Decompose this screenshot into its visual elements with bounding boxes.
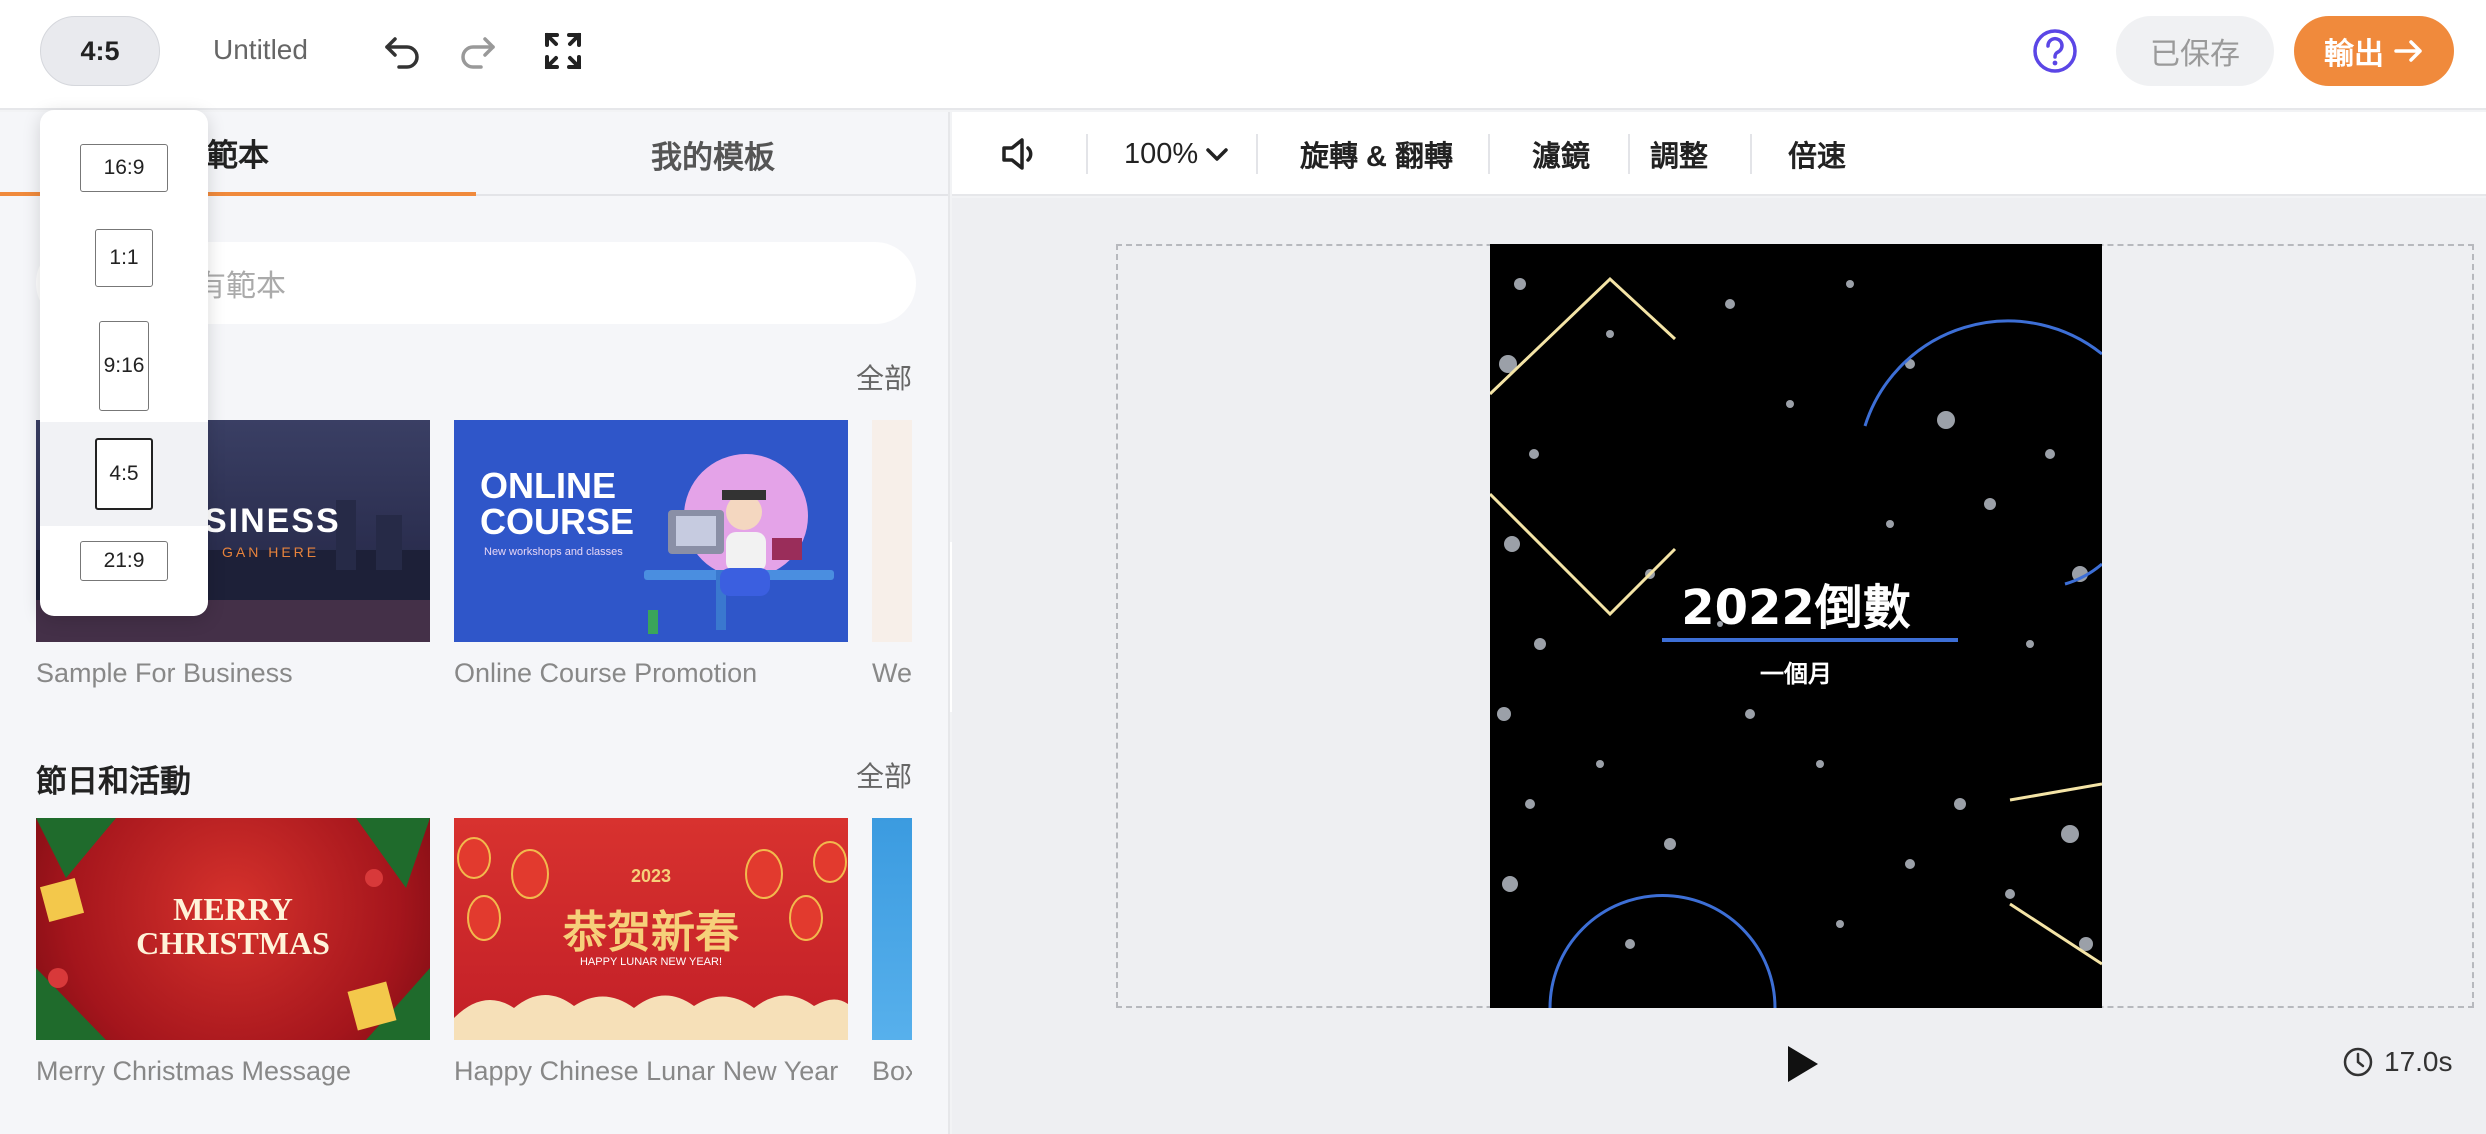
ratio-option-1-1[interactable]: 1:1	[40, 226, 208, 290]
ratio-option-label: 1:1	[95, 229, 153, 287]
template-card-partial[interactable]: Box	[872, 818, 912, 1087]
ratio-option-9-16[interactable]: 9:16	[40, 316, 208, 416]
video-subtitle-text[interactable]: 一個月	[1490, 654, 2102, 689]
thumb-year: 2023	[630, 866, 672, 886]
aspect-ratio-menu: 16:9 1:1 9:16 4:5 21:9	[40, 110, 208, 616]
thumb-headline: ONLINE COURSE	[480, 468, 634, 540]
export-button[interactable]: 輸出	[2294, 16, 2454, 86]
thumb-subline: New workshops and classes	[484, 546, 623, 558]
help-icon[interactable]	[2030, 26, 2080, 76]
template-card-label: Online Course Promotion	[454, 658, 758, 688]
ratio-option-label: 4:5	[95, 438, 153, 510]
ratio-option-21-9[interactable]: 21:9	[40, 534, 208, 588]
video-title-text[interactable]: 2022倒數	[1490, 568, 2102, 638]
volume-icon	[1002, 138, 1033, 170]
duration-display: 17.0s	[2342, 1046, 2453, 1078]
template-card-label: Merry Christmas Message	[36, 1056, 352, 1086]
thumb-headline: 恭贺新春	[563, 907, 739, 958]
clock-icon	[2343, 1047, 2373, 1077]
saved-status-button[interactable]: 已保存	[2116, 16, 2274, 86]
template-thumbnail: 2023 恭贺新春 HAPPY LUNAR NEW YEAR!	[454, 818, 848, 1040]
video-preview[interactable]: 2022倒數 一個月	[1490, 244, 2102, 1008]
thumb-headline-line: MERRY	[173, 891, 293, 927]
toolbar-divider	[1750, 134, 1752, 174]
template-card-christmas[interactable]: MERRY CHRISTMAS Merry Christmas Message	[36, 818, 430, 1087]
template-thumbnail: ONLINE COURSE New workshops and classes	[454, 420, 848, 642]
template-thumbnail	[872, 818, 912, 1040]
aspect-ratio-button[interactable]: 4:5	[40, 16, 160, 86]
ratio-option-16-9[interactable]: 16:9	[40, 140, 208, 196]
top-bar: 4:5 Untitled 已保存 輸出	[0, 0, 2486, 110]
toolbar-divider	[1628, 134, 1630, 174]
video-title-underline	[1662, 638, 1958, 642]
thumb-headline: SINESS	[204, 502, 341, 540]
thumb-headline-line: COURSE	[480, 501, 635, 542]
export-label: 輸出	[2324, 38, 2384, 71]
redo-icon[interactable]	[452, 26, 502, 76]
ratio-option-label: 16:9	[80, 144, 168, 192]
play-button[interactable]	[1782, 1042, 1822, 1086]
duration-value: 17.0s	[2384, 1046, 2453, 1077]
thumb-headline-line: CHRISTMAS	[136, 925, 330, 961]
fullscreen-icon[interactable]	[538, 26, 588, 76]
zoom-value: 100%	[1124, 137, 1199, 170]
template-thumbnail: MERRY CHRISTMAS	[36, 818, 430, 1040]
template-card-online-course[interactable]: ONLINE COURSE New workshops and classes …	[454, 420, 848, 689]
toolbar-divider	[1086, 134, 1088, 174]
toolbar-divider	[1488, 134, 1490, 174]
template-card-label: Happy Chinese Lunar New Year ...	[454, 1056, 848, 1086]
rotate-flip-button[interactable]: 旋轉 & 翻轉	[1300, 112, 1453, 196]
edit-toolbar: 100% 旋轉 & 翻轉 濾鏡 調整 倍速	[952, 112, 2486, 196]
adjust-button[interactable]: 調整	[1650, 112, 1708, 196]
document-title[interactable]: Untitled	[213, 34, 308, 66]
chevron-down-icon	[1206, 148, 1228, 161]
see-all-link[interactable]: 全部	[856, 755, 912, 795]
template-card-label: Box	[872, 1056, 912, 1086]
thumb-headline-line: ONLINE	[480, 465, 617, 506]
ratio-option-label: 21:9	[80, 541, 168, 581]
ratio-option-label: 9:16	[99, 321, 149, 411]
play-icon	[1788, 1046, 1818, 1082]
see-all-link[interactable]: 全部	[856, 357, 912, 397]
template-thumbnail	[872, 420, 912, 642]
section-title-holidays: 節日和活動	[36, 764, 191, 799]
thumb-subline: HAPPY LUNAR NEW YEAR!	[579, 956, 723, 968]
ratio-option-4-5[interactable]: 4:5	[40, 422, 208, 526]
filter-button[interactable]: 濾鏡	[1532, 112, 1590, 196]
tab-my-templates[interactable]: 我的模板	[476, 112, 948, 196]
thumb-headline: MERRY CHRISTMAS	[36, 892, 430, 960]
undo-icon[interactable]	[378, 26, 428, 76]
template-card-partial[interactable]: Wei	[872, 420, 912, 689]
zoom-select[interactable]: 100%	[1124, 112, 1230, 196]
template-card-label: Wei	[872, 658, 912, 688]
template-card-label: Sample For Business	[36, 658, 293, 688]
arrow-right-icon	[2394, 40, 2422, 62]
thumb-subline: GAN HERE	[222, 544, 320, 560]
toolbar-divider	[1256, 134, 1258, 174]
template-card-lunar-new-year[interactable]: 2023 恭贺新春 HAPPY LUNAR NEW YEAR! Happy Ch…	[454, 818, 848, 1087]
volume-button[interactable]	[1000, 112, 1040, 196]
speed-button[interactable]: 倍速	[1788, 112, 1846, 196]
